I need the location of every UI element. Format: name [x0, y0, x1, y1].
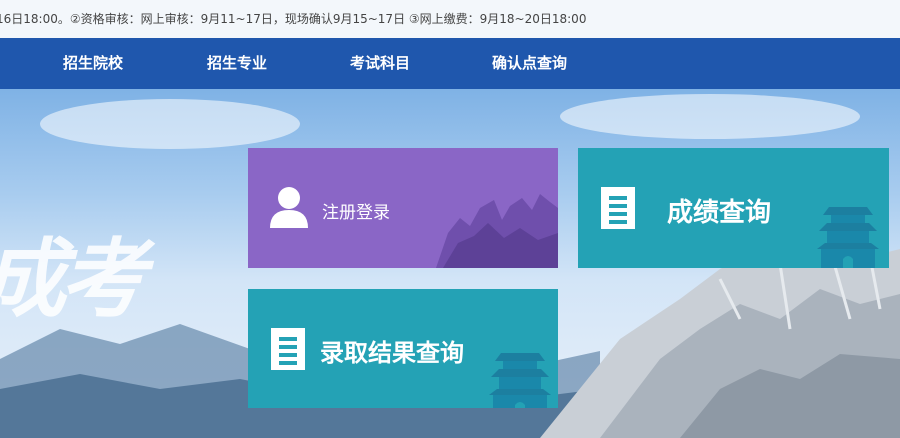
notice-bar: 16日18:00。②资格审核：网上审核：9月11~17日，现场确认9月15~17…: [0, 0, 900, 38]
nav-item-confirm-sites[interactable]: 确认点查询: [492, 38, 567, 89]
pagoda-illustration: [817, 207, 879, 268]
score-query-label: 成绩查询: [667, 198, 772, 228]
score-query-tile[interactable]: 成绩查询: [578, 148, 889, 268]
register-login-label: 注册登录: [322, 203, 390, 223]
calligraphy-text: 成考: [0, 229, 146, 330]
nav-item-majors[interactable]: 招生专业: [207, 38, 267, 89]
document-icon: [271, 328, 305, 370]
user-icon: [270, 187, 308, 228]
register-login-tile[interactable]: 注册登录: [248, 148, 558, 268]
admission-result-label: 录取结果查询: [320, 339, 464, 367]
nav-item-subjects[interactable]: 考试科目: [350, 38, 410, 89]
document-icon: [601, 187, 635, 229]
nav-item-schools[interactable]: 招生院校: [63, 38, 123, 89]
admission-result-tile[interactable]: 录取结果查询: [248, 289, 558, 408]
main-nav: 招生院校 招生专业 考试科目 确认点查询: [0, 38, 900, 89]
pagoda-illustration: [489, 353, 551, 408]
notice-text: 16日18:00。②资格审核：网上审核：9月11~17日，现场确认9月15~17…: [0, 12, 587, 26]
